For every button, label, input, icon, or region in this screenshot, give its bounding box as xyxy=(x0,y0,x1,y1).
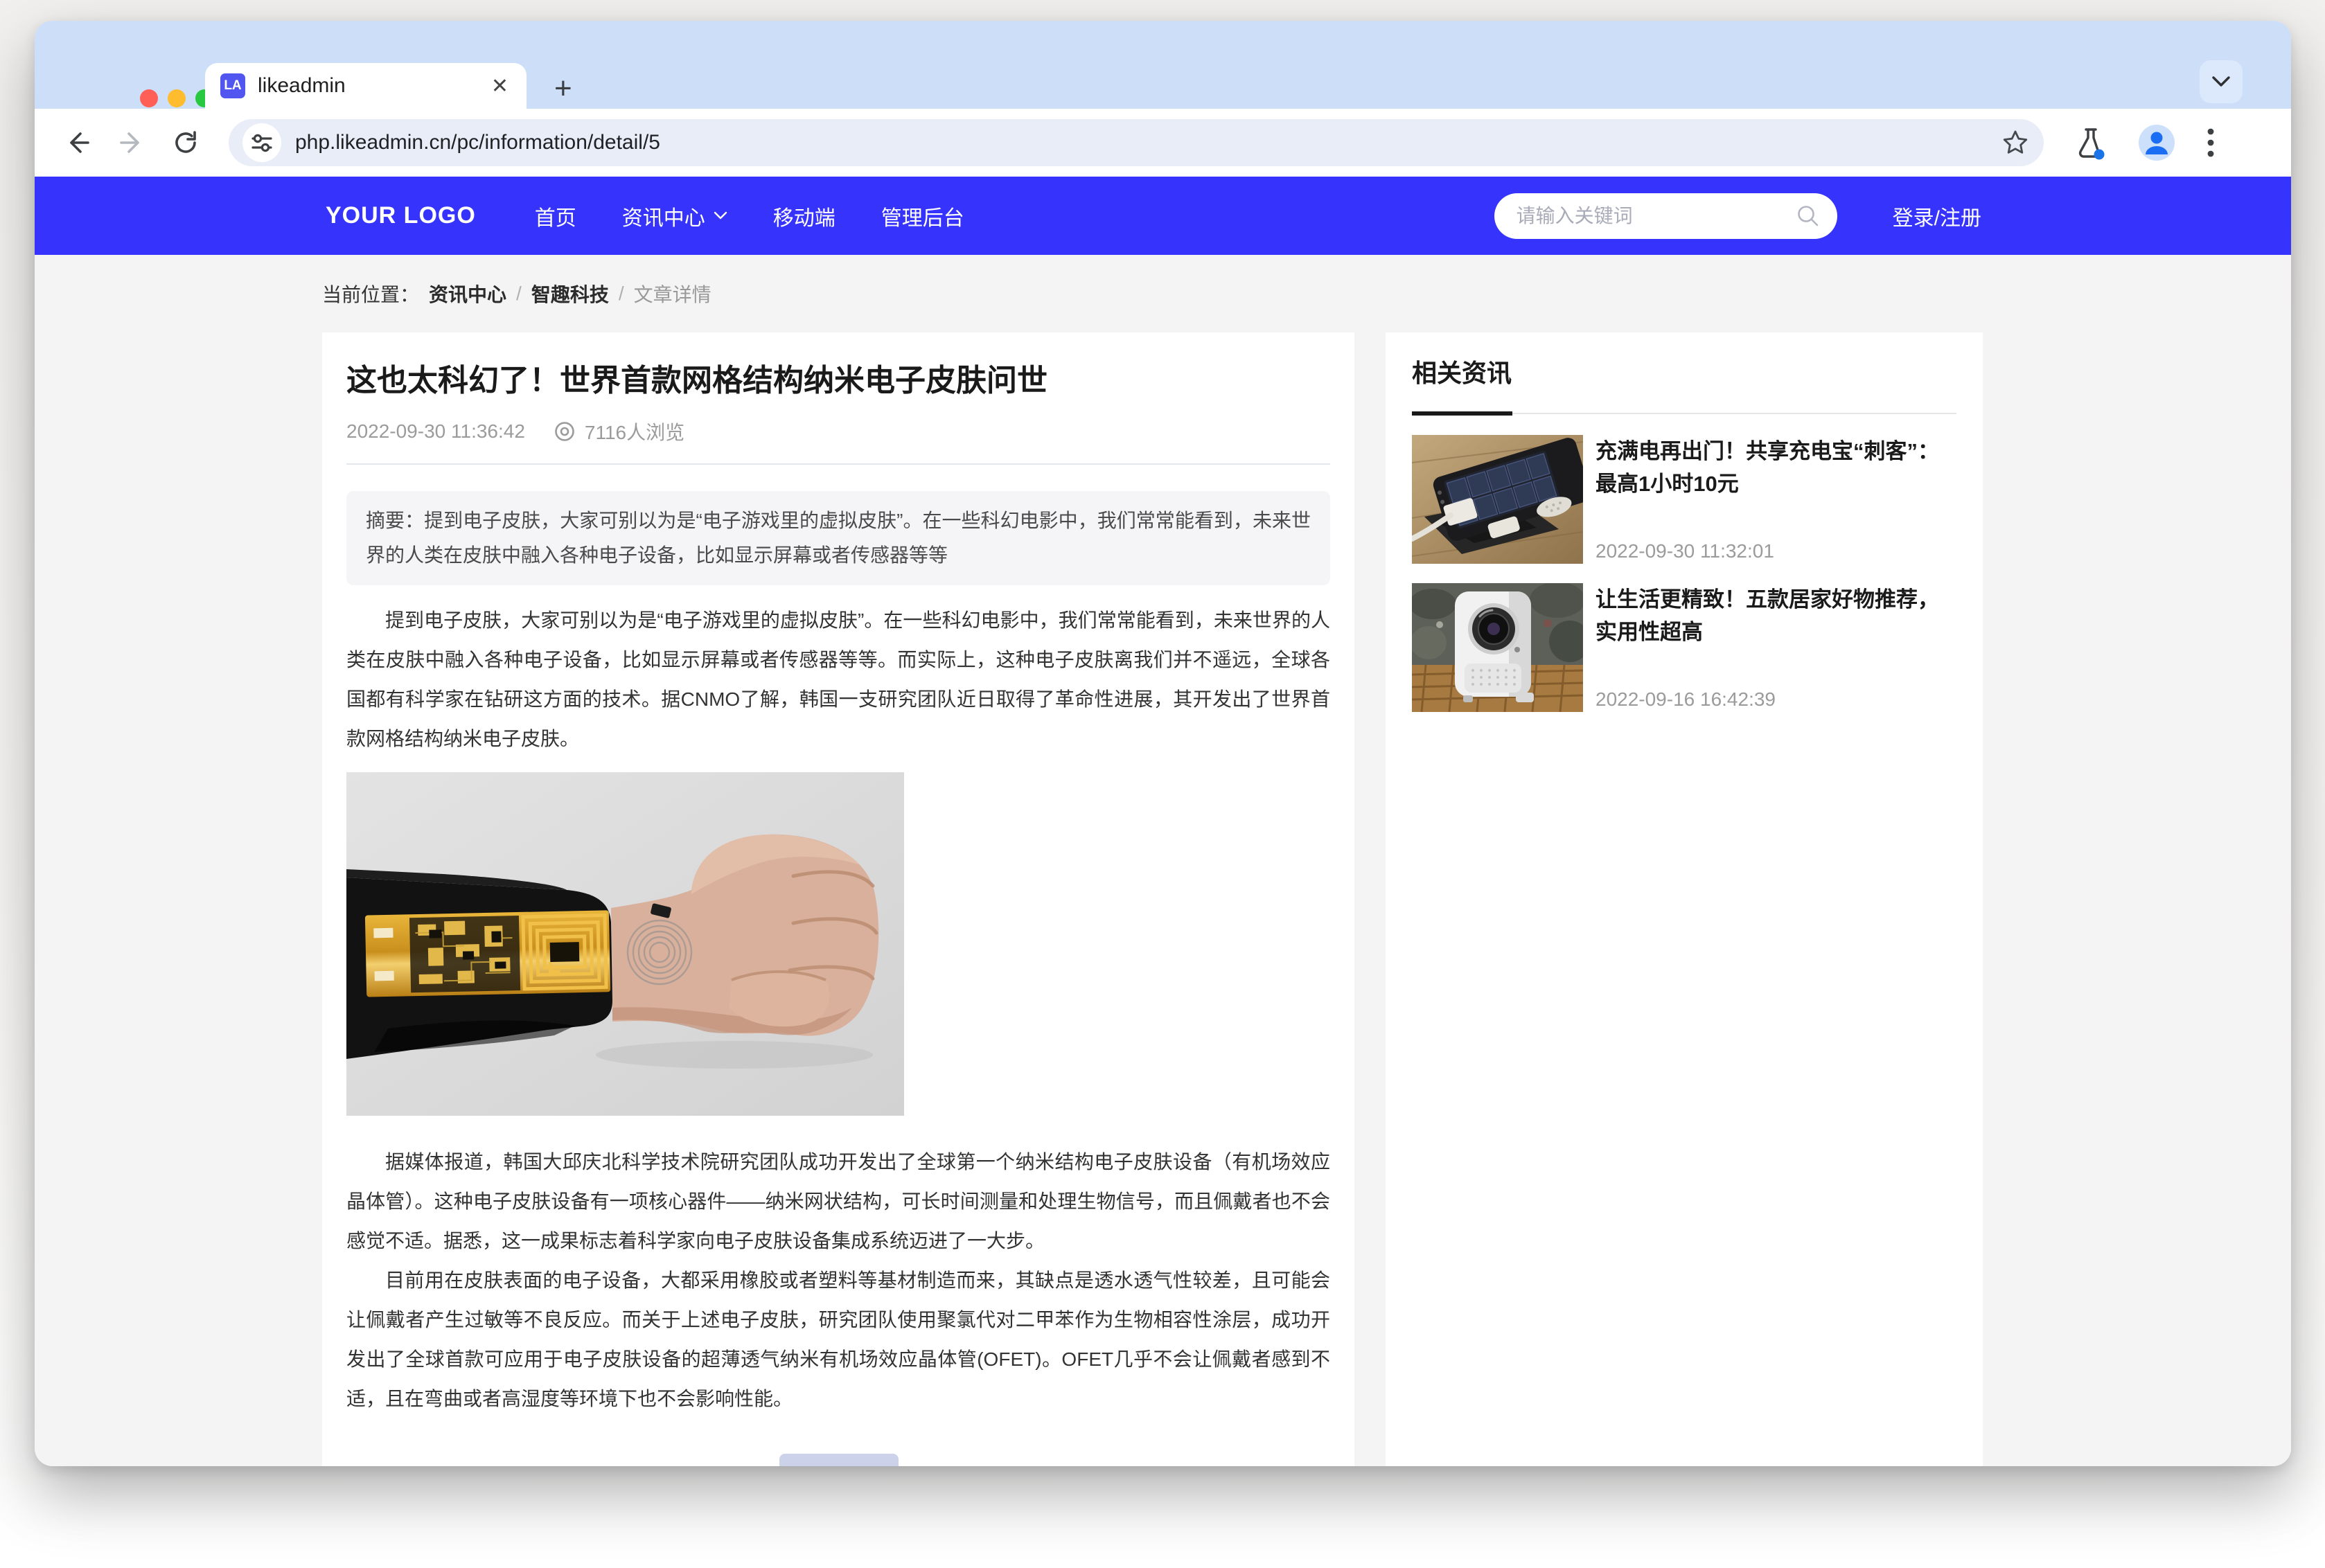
bookmark-star-icon[interactable] xyxy=(2001,128,2030,157)
site-header: YOUR LOGO 首页 资讯中心 移动端 管理后 xyxy=(35,177,2291,255)
article-paragraph: 据媒体报道，韩国大邱庆北科学技术院研究团队成功开发出了全球第一个纳米结构电子皮肤… xyxy=(346,1142,1330,1260)
site-settings-icon xyxy=(250,131,274,154)
divider xyxy=(346,463,1330,465)
traffic-light-close[interactable] xyxy=(140,89,158,107)
tab-search-chevron-button[interactable] xyxy=(2200,60,2243,103)
breadcrumb-prefix: 当前位置： xyxy=(322,280,419,308)
article-date: 2022-09-30 11:36:42 xyxy=(346,420,525,443)
breadcrumb-link-category[interactable]: 智趣科技 xyxy=(531,280,609,308)
toolbar-right-icons xyxy=(2074,124,2216,161)
tab-strip: LA likeadmin ✕ + xyxy=(35,21,2291,109)
browser-window: LA likeadmin ✕ + xyxy=(35,21,2291,1466)
main-nav: 首页 资讯中心 移动端 管理后台 xyxy=(535,201,964,231)
traffic-light-minimize[interactable] xyxy=(168,89,186,107)
related-article-item[interactable]: 充满电再出门！共享充电宝“刺客”：最高1小时10元 2022-09-30 11:… xyxy=(1412,435,1956,564)
nav-chevron-down-icon xyxy=(714,211,727,220)
breadcrumb: 当前位置： 资讯中心 / 智趣科技 / 文章详情 xyxy=(322,280,1983,308)
browser-toolbar: php.likeadmin.cn/pc/information/detail/5 xyxy=(35,109,2291,177)
forward-button[interactable] xyxy=(114,125,150,161)
sidebar-title: 相关资讯 xyxy=(1412,353,1956,389)
kebab-menu-icon[interactable] xyxy=(2206,125,2216,160)
nav-item-home[interactable]: 首页 xyxy=(535,201,576,231)
related-article-thumbnail-powerbank xyxy=(1412,435,1583,564)
related-article-thumbnail-projector xyxy=(1412,583,1583,712)
article-meta: 2022-09-30 11:36:42 7116人浏览 xyxy=(346,418,1330,445)
reload-button[interactable] xyxy=(168,125,204,161)
tab-favicon: LA xyxy=(220,73,245,98)
nav-item-admin[interactable]: 管理后台 xyxy=(881,201,964,231)
breadcrumb-link-news-center[interactable]: 资讯中心 xyxy=(429,280,506,308)
views-eye-icon xyxy=(553,420,576,443)
related-news-sidebar: 相关资讯 xyxy=(1386,332,1983,1466)
reload-icon xyxy=(170,127,202,159)
page-viewport: YOUR LOGO 首页 资讯中心 移动端 管理后 xyxy=(35,177,2291,1466)
breadcrumb-current: 文章详情 xyxy=(634,280,711,308)
article-image-electronic-skin xyxy=(346,772,904,1116)
nav-item-news-center[interactable]: 资讯中心 xyxy=(622,201,727,231)
search-input[interactable] xyxy=(1517,205,1796,227)
new-tab-button[interactable]: + xyxy=(554,73,572,104)
chevron-down-icon xyxy=(2209,74,2233,89)
article-paragraph: 目前用在皮肤表面的电子设备，大都采用橡胶或者塑料等基材制造而来，其缺点是透水透气… xyxy=(346,1260,1330,1418)
nav-item-mobile[interactable]: 移动端 xyxy=(773,201,836,231)
forward-arrow-icon xyxy=(116,127,148,159)
site-info-button[interactable] xyxy=(242,123,281,162)
related-article-item[interactable]: 让生活更精致！五款居家好物推荐，实用性超高 2022-09-16 16:42:3… xyxy=(1412,583,1956,712)
search-icon[interactable] xyxy=(1796,204,1821,229)
profile-avatar[interactable] xyxy=(2138,124,2175,161)
site-logo[interactable]: YOUR LOGO xyxy=(326,202,476,229)
login-register-link[interactable]: 登录/注册 xyxy=(1893,201,1981,231)
related-article-date: 2022-09-30 11:32:01 xyxy=(1595,540,1956,564)
article-summary: 摘要：提到电子皮肤，大家可别以为是“电子游戏里的虚拟皮肤”。在一些科幻电影中，我… xyxy=(346,491,1330,585)
sidebar-title-rule xyxy=(1412,411,1956,416)
url-text[interactable]: php.likeadmin.cn/pc/information/detail/5 xyxy=(295,131,2001,154)
experiments-flask-icon[interactable] xyxy=(2074,125,2107,160)
article-body: 提到电子皮肤，大家可别以为是“电子游戏里的虚拟皮肤”。在一些科幻电影中，我们常常… xyxy=(346,600,1330,1418)
breadcrumb-separator: / xyxy=(516,283,522,305)
back-button[interactable] xyxy=(60,125,96,161)
article-paragraph: 提到电子皮肤，大家可别以为是“电子游戏里的虚拟皮肤”。在一些科幻电影中，我们常常… xyxy=(346,600,1330,758)
load-more-button-clipped[interactable] xyxy=(779,1454,899,1466)
article-card: 这也太科幻了！世界首款网格结构纳米电子皮肤问世 2022-09-30 11:36… xyxy=(322,332,1354,1466)
back-arrow-icon xyxy=(62,127,94,159)
breadcrumb-bar: 当前位置： 资讯中心 / 智趣科技 / 文章详情 xyxy=(35,255,2291,332)
related-article-title[interactable]: 充满电再出门！共享充电宝“刺客”：最高1小时10元 xyxy=(1595,435,1956,500)
browser-tab[interactable]: LA likeadmin ✕ xyxy=(205,63,527,109)
article-views: 7116人浏览 xyxy=(585,418,684,445)
tab-close-icon[interactable]: ✕ xyxy=(488,74,511,98)
article-title: 这也太科幻了！世界首款网格结构纳米电子皮肤问世 xyxy=(346,360,1330,401)
related-article-title[interactable]: 让生活更精致！五款居家好物推荐，实用性超高 xyxy=(1595,583,1956,648)
url-bar[interactable]: php.likeadmin.cn/pc/information/detail/5 xyxy=(229,119,2044,166)
tab-title: likeadmin xyxy=(258,74,488,98)
related-article-date: 2022-09-16 16:42:39 xyxy=(1595,688,1956,712)
header-search xyxy=(1494,193,1837,239)
breadcrumb-separator: / xyxy=(619,283,624,305)
